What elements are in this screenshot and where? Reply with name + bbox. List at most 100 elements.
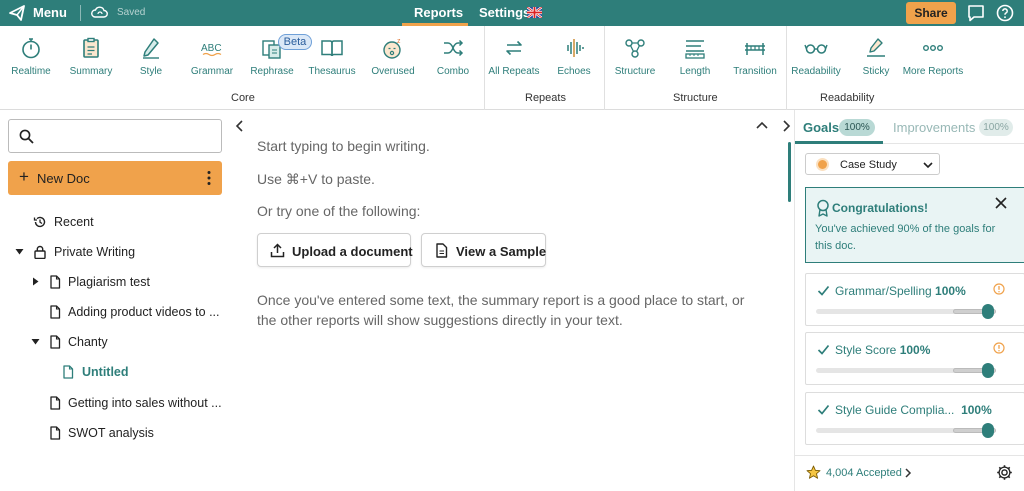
check-icon [817,285,830,296]
chevron-right-icon[interactable] [778,117,794,135]
search-input[interactable] [41,126,211,146]
close-icon[interactable] [994,196,1008,210]
ruler-icon [685,40,705,59]
tool-sticky[interactable]: Sticky [845,36,907,77]
chevron-left-icon[interactable] [232,117,248,135]
sleepy-face-icon: z [383,38,401,59]
award-ribbon-icon [817,199,829,217]
tab-settings[interactable]: Settings [479,5,530,20]
sticky-pen-icon [867,38,885,57]
top-bar: Menu Saved Reports Settings Share [0,0,1024,26]
tree-item-private-writing[interactable]: Private Writing [15,242,223,262]
stopwatch-icon [22,38,40,59]
upload-document-button[interactable]: Upload a document [257,233,413,267]
tab-reports[interactable]: Reports [414,5,463,20]
caret-down-icon[interactable] [31,337,40,346]
goal-label: Grammar/Spelling [835,284,932,298]
tool-all-repeats[interactable]: All Repeats [483,36,545,77]
new-doc-button[interactable]: + New Doc [8,161,222,195]
editor-prompt-line: Start typing to begin writing. [257,138,430,154]
tool-realtime[interactable]: Realtime [0,36,62,77]
abc-icon: ABC [201,43,222,57]
accepted-count-link[interactable]: 4,004 Accepted [826,467,902,479]
editor-scrollbar[interactable] [788,142,791,202]
document-icon [50,335,61,349]
goal-slider-track[interactable] [816,304,996,319]
group-label-structure: Structure [673,92,718,104]
tree-item-chanty[interactable]: Chanty [31,332,223,352]
info-warning-icon[interactable] [993,342,1005,354]
chat-icon[interactable] [967,4,985,22]
soundwave-icon [567,39,584,57]
cloud-sync-icon [91,6,108,18]
info-warning-icon[interactable] [993,283,1005,295]
tool-more-reports[interactable]: More Reports [902,36,964,77]
goal-type-select[interactable]: Case Study [805,153,940,175]
tool-length[interactable]: Length [664,36,726,77]
document-icon [63,365,74,379]
view-sample-button[interactable]: View a Sample [421,233,546,267]
goal-slider-track[interactable] [816,363,996,378]
share-button[interactable]: Share [906,2,956,24]
chevron-right-icon[interactable] [903,467,913,479]
goal-value: 100% [899,343,931,357]
goal-slider-knob[interactable] [982,423,994,438]
logo-icon[interactable] [8,4,26,22]
tool-echoes[interactable]: Echoes [543,36,605,77]
kebab-menu-icon[interactable] [207,170,211,186]
chevron-down-icon [923,162,933,169]
document-icon [50,305,61,319]
caret-right-icon[interactable] [31,277,40,286]
tool-summary[interactable]: Summary [60,36,122,77]
search-box[interactable] [8,119,222,153]
goal-card-style-guide: Style Guide Complia... 100% [805,392,1024,445]
goal-slider-knob[interactable] [982,304,994,319]
svg-text:ABC: ABC [201,43,222,54]
document-icon [50,275,61,289]
tree-item-adding-product-videos[interactable]: Adding product videos to ... [48,302,223,322]
goal-value: 100% [935,284,966,298]
caret-down-icon[interactable] [15,247,24,256]
tree-item-getting-into-sales[interactable]: Getting into sales without ... [48,393,223,413]
chevron-up-icon[interactable] [752,117,772,135]
gear-icon[interactable] [996,464,1013,481]
goal-label: Style Guide Complia... [835,403,955,417]
goal-slider-knob[interactable] [982,363,994,378]
tree-item-swot-analysis[interactable]: SWOT analysis [48,423,223,443]
tool-style[interactable]: Style [120,36,182,77]
tool-transition[interactable]: Transition [724,36,786,77]
repeat-arrows-icon [506,40,522,56]
tool-readability[interactable]: Readability [785,36,847,77]
document-icon [50,426,61,440]
topbar-divider [80,5,81,21]
document-sidebar: + New Doc Recent Private Writing Plagiar… [0,110,232,491]
star-icon [806,465,821,479]
menu-button[interactable]: Menu [33,5,67,20]
glasses-icon [804,44,828,54]
beta-badge: Beta [278,34,312,50]
tool-grammar[interactable]: ABC Grammar [181,36,243,77]
pen-icon [143,38,159,59]
tool-structure[interactable]: Structure [604,36,666,77]
tab-improvements[interactable]: Improvements [893,120,975,135]
bridge-icon [745,43,765,55]
saved-status: Saved [117,7,146,18]
tool-combo[interactable]: Combo [422,36,484,77]
tool-overused[interactable]: z Overused [362,36,424,77]
nodes-icon [625,39,645,58]
tree-item-plagiarism-test[interactable]: Plagiarism test [31,272,223,292]
help-icon[interactable] [996,4,1014,22]
tree-item-recent[interactable]: Recent [33,212,223,232]
goal-slider-track[interactable] [816,423,996,438]
editor-area[interactable]: Start typing to begin writing. Use ⌘+V t… [232,110,794,491]
lock-icon [34,245,46,259]
shuffle-icon [444,39,464,57]
panel-footer: 4,004 Accepted [795,455,1024,491]
group-label-core: Core [231,92,255,104]
document-icon [436,243,448,258]
check-icon [817,404,830,415]
tab-goals[interactable]: Goals [803,120,839,135]
tree-item-untitled[interactable]: Untitled [61,362,223,382]
active-tab-indicator [795,141,883,144]
check-icon [817,344,830,355]
